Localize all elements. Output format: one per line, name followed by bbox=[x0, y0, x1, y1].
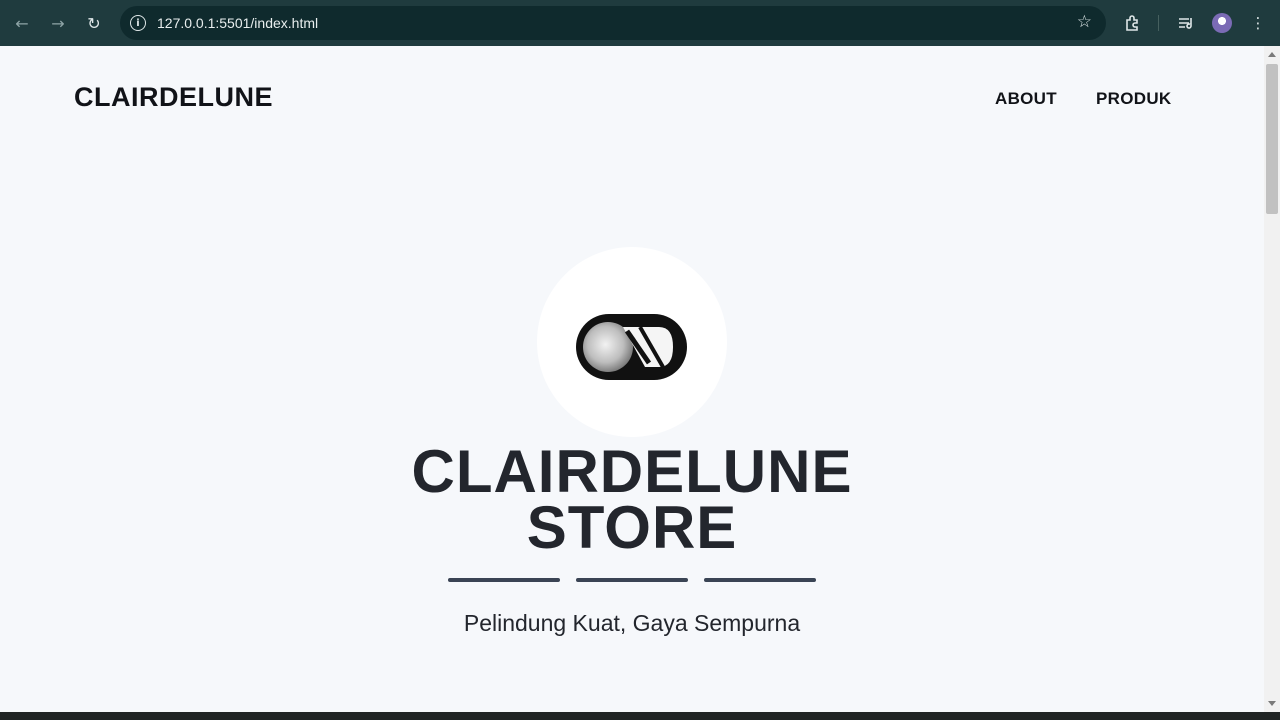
star-icon[interactable]: ☆ bbox=[1077, 12, 1092, 32]
brand-logo-icon bbox=[576, 314, 687, 380]
logo-badge bbox=[537, 247, 727, 437]
back-icon[interactable]: ← bbox=[10, 11, 34, 35]
forward-icon[interactable]: → bbox=[46, 11, 70, 35]
divider-segment bbox=[448, 578, 560, 582]
divider-segment bbox=[576, 578, 688, 582]
extensions-icon[interactable] bbox=[1121, 11, 1145, 35]
scroll-down-arrow-icon[interactable] bbox=[1268, 701, 1276, 706]
site-brand[interactable]: CLAIRDELUNE bbox=[74, 82, 273, 113]
info-icon[interactable]: i bbox=[130, 15, 146, 31]
page-scrollbar[interactable] bbox=[1264, 46, 1280, 712]
hero-title-line1: CLAIRDELUNE bbox=[411, 438, 853, 505]
hero-tagline: Pelindung Kuat, Gaya Sempurna bbox=[463, 610, 801, 636]
nav-produk-link[interactable]: PRODUK bbox=[1096, 89, 1171, 109]
hero-title: CLAIRDELUNE STORE bbox=[332, 438, 932, 561]
address-bar[interactable]: i 127.0.0.1:5501/index.html ☆ bbox=[120, 6, 1106, 40]
divider-segment bbox=[704, 578, 816, 582]
reload-icon[interactable]: ↻ bbox=[82, 11, 106, 35]
browser-toolbar: ← → ↻ i 127.0.0.1:5501/index.html ☆ ⋮ bbox=[0, 0, 1280, 46]
taskbar-strip bbox=[0, 712, 1280, 720]
scroll-thumb[interactable] bbox=[1266, 64, 1278, 214]
page-viewport: CLAIRDELUNE ABOUT PRODUK CLAIRDELUNE STO… bbox=[0, 46, 1264, 712]
hero-title-line2: STORE bbox=[526, 494, 738, 561]
menu-icon[interactable]: ⋮ bbox=[1246, 11, 1270, 35]
reading-list-icon[interactable] bbox=[1174, 11, 1198, 35]
scroll-up-arrow-icon[interactable] bbox=[1268, 52, 1276, 57]
toolbar-separator bbox=[1158, 15, 1159, 31]
url-text[interactable]: 127.0.0.1:5501/index.html bbox=[157, 15, 318, 31]
nav-about-link[interactable]: ABOUT bbox=[995, 89, 1057, 109]
profile-avatar[interactable] bbox=[1212, 13, 1232, 33]
